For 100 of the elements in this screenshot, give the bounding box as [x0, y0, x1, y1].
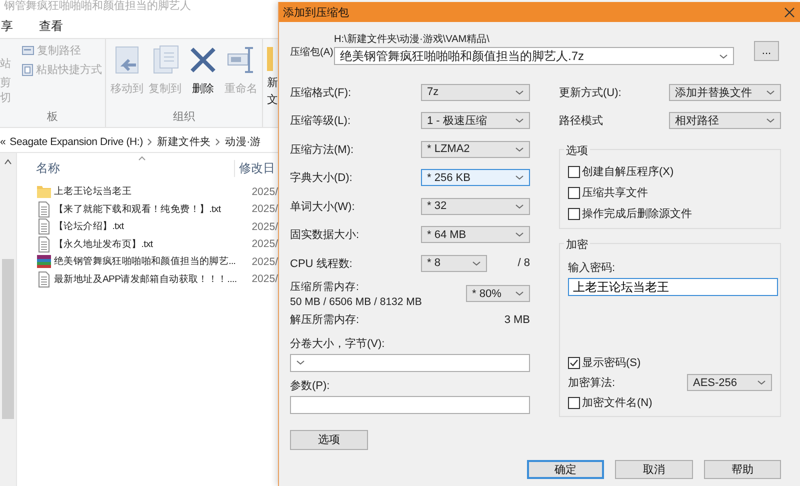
memory-usage: 50 MB / 6506 MB / 8132 MB [290, 296, 422, 308]
archive-name-field[interactable]: 绝美钢管舞疯狂啪啪啪和颜值担当的脚艺人.7z [334, 47, 734, 65]
chevron-down-icon [719, 54, 728, 58]
file-name: 绝美钢管舞疯狂啪啪啪和颜值担当的脚艺... [54, 255, 236, 268]
file-date: 2025/ [252, 203, 278, 216]
field-label: CPU 线程数: [290, 256, 354, 271]
options-button[interactable]: 选项 [290, 430, 368, 450]
window-title: 钢管舞疯狂啪啪啪和颜值担当的脚艺人 [3, 0, 192, 14]
checkbox-label: 压缩共享文件 [582, 186, 648, 200]
menu-tab[interactable]: 享 [0, 18, 14, 34]
dropdown[interactable]: 相对路径 [669, 112, 781, 130]
clipboard-icon [22, 63, 33, 76]
path-icon [22, 46, 34, 55]
file-row[interactable]: 绝美钢管舞疯狂啪啪啪和颜值担当的脚艺... 2025/ [17, 253, 278, 270]
dropdown[interactable]: AES-256 [687, 374, 772, 391]
dropdown[interactable]: * 80% [466, 285, 530, 302]
file-name: 【来了就能下载和观看！纯免费！】.txt [54, 202, 221, 216]
column-header[interactable]: 名称 [36, 160, 234, 176]
dropdown[interactable]: 添加并替换文件 [669, 84, 781, 101]
dropdown[interactable]: * LZMA2 [421, 140, 530, 158]
field-label: 更新方式(U): [559, 86, 622, 100]
breadcrumb[interactable]: Seagate Expansion Drive (H:) [10, 136, 143, 148]
dropdown[interactable]: * 32 [421, 198, 530, 215]
field-label: 压缩所需内存: [290, 280, 360, 294]
checkbox[interactable]: 加密文件名(N) [568, 395, 772, 410]
scroll-up-icon [4, 159, 12, 165]
group-caption: 组织 [172, 110, 196, 125]
window-title: 添加到压缩包 [283, 6, 349, 20]
menu-tab[interactable]: 查看 [38, 18, 64, 34]
file-row[interactable]: 【来了就能下载和观看！纯免费！】.txt 2025/ [17, 200, 278, 218]
field-label: 参数(P): [290, 378, 331, 392]
field-label: 压缩格式(F): [290, 86, 352, 100]
document-icon [36, 200, 52, 218]
group-caption: 板 [46, 110, 59, 125]
delete-icon [188, 45, 218, 75]
field-label: 压缩等级(L): [290, 114, 352, 128]
sort-caret-icon [138, 156, 146, 161]
document-icon [36, 218, 52, 236]
file-row[interactable]: 【永久地址发布页】.txt 2025/ [17, 236, 278, 253]
field-label: 分卷大小，字节(V): [290, 336, 386, 350]
chevron-down-icon [515, 204, 524, 209]
overflow-chevron[interactable]: « [0, 136, 6, 148]
group-title: 加密 [564, 237, 590, 252]
chevron-down-icon [515, 118, 524, 124]
checkbox[interactable]: 显示密码(S) [568, 355, 772, 370]
dropdown[interactable]: 1 - 极速压缩 [421, 112, 530, 130]
file-name: 最新地址及APP请发邮箱自动获取！！！.... [54, 272, 237, 286]
scrollbar-thumb[interactable] [2, 259, 14, 419]
checkbox-label: 加密文件名(N) [582, 396, 652, 410]
dialog-button[interactable]: 帮助 [704, 460, 781, 479]
field-label: 固实数据大小: [290, 228, 360, 242]
memory-value: 3 MB [504, 314, 530, 326]
dropdown[interactable]: * 256 KB [421, 169, 530, 186]
file-date: 2025/ [252, 186, 278, 198]
field-label: 路径模式 [559, 114, 604, 128]
file-date: 2025/ [252, 238, 278, 250]
group-title: 选项 [564, 143, 590, 158]
rename-icon [226, 45, 256, 75]
file-row[interactable]: 最新地址及APP请发邮箱自动获取！！！.... 2025/ [17, 270, 278, 288]
checkbox[interactable]: 操作完成后删除源文件 [568, 206, 772, 221]
browse-button[interactable]: ... [754, 41, 779, 61]
dropdown[interactable] [290, 354, 530, 372]
chevron-down-icon [472, 260, 481, 266]
ribbon-button[interactable]: 删除 [186, 45, 220, 109]
file-row[interactable]: 上老王论坛当老王 2025/ [17, 183, 278, 200]
document-icon [36, 270, 52, 288]
file-name: 【论坛介绍】.txt [54, 220, 124, 234]
close-icon [784, 6, 795, 18]
chevron-down-icon [757, 380, 766, 385]
checkbox[interactable]: 创建自解压程序(X) [568, 164, 772, 179]
chevron-down-icon [515, 146, 524, 152]
field-label: 压缩方法(M): [290, 142, 355, 157]
column-header[interactable]: 修改日 [234, 160, 275, 176]
file-date: 2025/ [252, 273, 278, 286]
checkbox[interactable]: 压缩共享文件 [568, 185, 772, 200]
file-row[interactable]: 【论坛介绍】.txt 2025/ [17, 218, 278, 236]
field-label: 单词大小(W): [290, 200, 356, 214]
thread-total: / 8 [518, 257, 530, 270]
checkbox-label: 显示密码(S) [582, 356, 641, 370]
breadcrumb[interactable]: 动漫·游 [224, 135, 261, 149]
path-text: H:\新建文件夹\动漫·游戏\VAM精品\ [334, 32, 490, 46]
file-date: 2025/ [252, 256, 278, 268]
field-label: 解压所需内存: [290, 313, 360, 327]
chevron-icon [146, 138, 153, 146]
dialog-button[interactable]: 取消 [615, 460, 693, 479]
file-name: 上老王论坛当老王 [54, 185, 132, 198]
dialog-button[interactable]: 确定 [527, 460, 604, 479]
breadcrumb[interactable]: 新建文件夹 [156, 135, 211, 149]
input-field[interactable] [290, 396, 530, 414]
dropdown[interactable]: 7z [421, 84, 530, 101]
checkbox-label: 操作完成后删除源文件 [582, 206, 692, 221]
password-field[interactable]: 上老王论坛当老王 [568, 278, 778, 296]
books-icon [36, 253, 52, 270]
file-name: 【永久地址发布页】.txt [54, 238, 153, 251]
dropdown[interactable]: * 8 [421, 254, 487, 272]
checkbox-label: 创建自解压程序(X) [582, 164, 674, 179]
dropdown[interactable]: * 64 MB [421, 226, 530, 244]
chevron-down-icon [515, 90, 524, 95]
file-date: 2025/ [252, 220, 278, 233]
chevron-down-icon [515, 291, 524, 296]
